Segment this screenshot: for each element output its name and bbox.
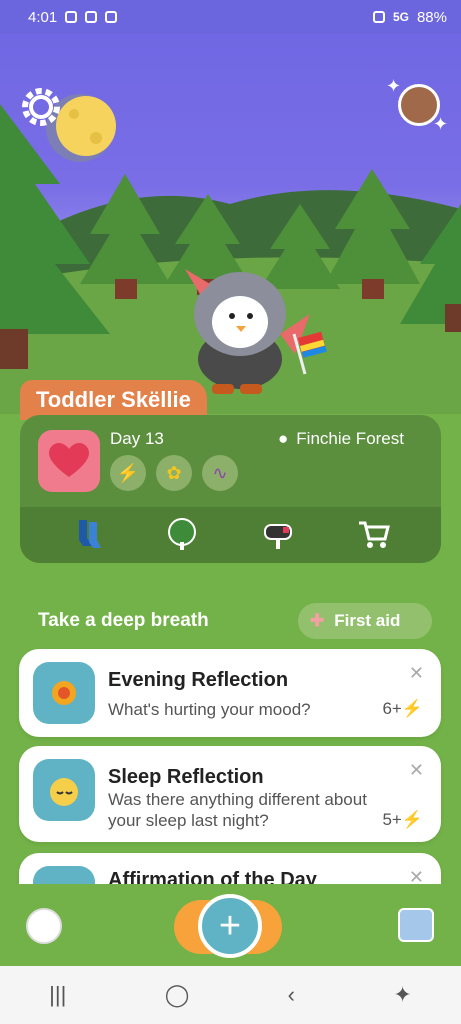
card-points: 6+⚡ bbox=[382, 699, 423, 719]
system-navigation-bar: ||| ◯ ‹ ✦ bbox=[0, 966, 461, 1024]
card-title: Sleep Reflection bbox=[108, 766, 264, 788]
first-aid-label: First aid bbox=[334, 611, 401, 630]
activity-card[interactable]: Evening Reflection What's hurting your m… bbox=[19, 649, 441, 737]
mailbox-icon[interactable] bbox=[258, 515, 298, 555]
bandage-icon: ✚ bbox=[310, 611, 325, 630]
socks-icon[interactable] bbox=[68, 515, 108, 555]
home-icon[interactable]: ◯ bbox=[165, 982, 190, 1008]
pet-status-card: Day 13 ● Finchie Forest ⚡ ✿ ∿ bbox=[20, 415, 441, 563]
pet-day: Day 13 bbox=[110, 429, 164, 448]
card-title: Evening Reflection bbox=[108, 669, 289, 691]
settings-gear-icon[interactable] bbox=[20, 86, 62, 128]
card-points: 5+⚡ bbox=[382, 810, 423, 830]
tree-icon[interactable] bbox=[162, 515, 202, 555]
sparkle-icon: ✦ bbox=[433, 114, 449, 134]
heart-icon[interactable] bbox=[38, 430, 100, 492]
sleeping-face-icon bbox=[33, 759, 95, 821]
image-icon bbox=[105, 11, 118, 23]
bolt-icon: ⚡ bbox=[401, 699, 423, 718]
points-value: 6+ bbox=[382, 699, 402, 718]
status-time: 4:01 bbox=[28, 8, 58, 26]
first-aid-button[interactable]: ✚ First aid bbox=[298, 603, 432, 639]
add-button[interactable]: + bbox=[198, 894, 262, 958]
pet-location: ● Finchie Forest bbox=[278, 429, 404, 449]
status-bar: 4:01 5G 88% bbox=[0, 0, 461, 34]
section-title: Take a deep breath bbox=[38, 610, 209, 631]
points-value: 5+ bbox=[382, 810, 402, 829]
energy-trait-icon[interactable]: ⚡ bbox=[110, 455, 146, 491]
back-icon[interactable]: ‹ bbox=[288, 982, 295, 1008]
battery-level: 88% bbox=[416, 8, 447, 26]
pet-name-tag: Toddler Skëllie bbox=[20, 380, 207, 420]
activity-card[interactable]: Sleep Reflection Was there anything diff… bbox=[19, 746, 441, 842]
location-pin-icon: ● bbox=[278, 429, 289, 448]
network-label: 5G bbox=[392, 10, 409, 24]
bottom-nav: + bbox=[0, 884, 461, 966]
sparkle-icon: ✦ bbox=[386, 76, 402, 96]
pet-home-icon[interactable] bbox=[26, 908, 62, 944]
close-icon[interactable]: ✕ bbox=[409, 760, 424, 781]
nfc-icon bbox=[372, 11, 385, 23]
journal-icon[interactable] bbox=[398, 908, 434, 942]
notification-icon bbox=[65, 11, 78, 23]
bolt-icon: ⚡ bbox=[401, 810, 423, 829]
card-subtitle: What's hurting your mood? bbox=[108, 700, 311, 719]
flower-icon bbox=[33, 662, 95, 724]
pet-location-label: Finchie Forest bbox=[296, 429, 404, 448]
cart-icon[interactable] bbox=[354, 515, 394, 555]
corn-trait-icon[interactable]: ✿ bbox=[156, 455, 192, 491]
worm-trait-icon[interactable]: ∿ bbox=[202, 455, 238, 491]
forest-scene: ✦ ✦ bbox=[0, 34, 461, 414]
wifi-icon bbox=[85, 11, 98, 23]
close-icon[interactable]: ✕ bbox=[409, 663, 424, 684]
recents-icon[interactable]: ||| bbox=[49, 982, 66, 1008]
card-subtitle: Was there anything different about your … bbox=[108, 790, 367, 830]
accessibility-icon[interactable]: ✦ bbox=[393, 982, 411, 1008]
